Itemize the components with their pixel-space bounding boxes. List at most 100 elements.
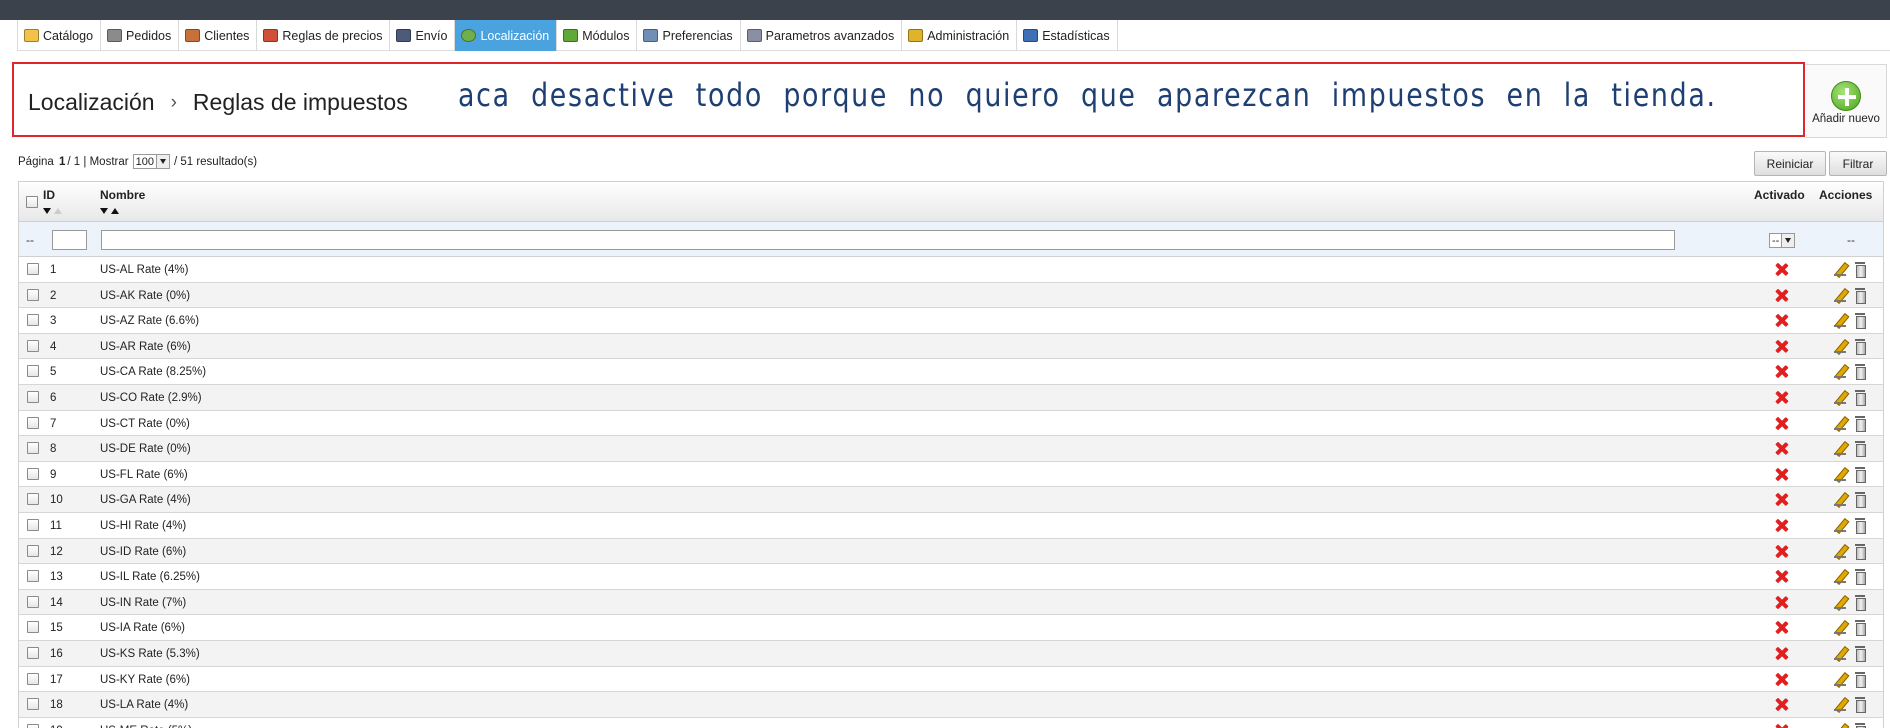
delete-icon[interactable] bbox=[1855, 389, 1866, 406]
table-row[interactable]: 17 US-KY Rate (6%) bbox=[19, 666, 1883, 693]
edit-icon[interactable] bbox=[1834, 596, 1847, 609]
edit-icon[interactable] bbox=[1834, 391, 1847, 404]
delete-icon[interactable] bbox=[1855, 492, 1866, 509]
id-filter-input[interactable] bbox=[52, 230, 87, 250]
filter-button[interactable]: Filtrar bbox=[1829, 151, 1887, 176]
edit-icon[interactable] bbox=[1834, 519, 1847, 532]
table-row[interactable]: 2 US-AK Rate (0%) bbox=[19, 282, 1883, 309]
sort-asc-icon[interactable] bbox=[111, 208, 119, 214]
disabled-status-icon[interactable] bbox=[1775, 545, 1788, 558]
row-checkbox[interactable] bbox=[27, 263, 39, 275]
breadcrumb-parent[interactable]: Localización bbox=[28, 89, 155, 116]
disabled-status-icon[interactable] bbox=[1775, 698, 1788, 711]
edit-icon[interactable] bbox=[1834, 365, 1847, 379]
row-checkbox[interactable] bbox=[27, 365, 39, 378]
row-checkbox[interactable] bbox=[27, 493, 39, 506]
table-row[interactable]: 6 US-CO Rate (2.9%) bbox=[19, 384, 1883, 411]
delete-icon[interactable] bbox=[1855, 287, 1866, 304]
edit-icon[interactable] bbox=[1834, 417, 1847, 430]
table-row[interactable]: 19US-ME Rate (5%) bbox=[19, 717, 1883, 728]
delete-icon[interactable] bbox=[1855, 620, 1866, 637]
row-checkbox[interactable] bbox=[27, 442, 39, 455]
delete-icon[interactable] bbox=[1855, 671, 1866, 688]
row-checkbox[interactable] bbox=[27, 723, 39, 728]
disabled-status-icon[interactable] bbox=[1775, 289, 1788, 302]
row-checkbox[interactable] bbox=[27, 621, 39, 634]
edit-icon[interactable] bbox=[1834, 340, 1847, 353]
edit-icon[interactable] bbox=[1834, 442, 1847, 456]
edit-icon[interactable] bbox=[1834, 314, 1847, 328]
disabled-status-icon[interactable] bbox=[1775, 570, 1788, 583]
tab-2[interactable]: Pedidos bbox=[101, 20, 180, 51]
delete-icon[interactable] bbox=[1855, 466, 1866, 483]
table-row[interactable]: 1 US-AL Rate (4%) bbox=[19, 257, 1883, 283]
table-row[interactable]: 7 US-CT Rate (0%) bbox=[19, 410, 1883, 437]
row-checkbox[interactable] bbox=[27, 390, 39, 403]
delete-icon[interactable] bbox=[1855, 594, 1866, 611]
row-checkbox[interactable] bbox=[27, 416, 39, 429]
edit-icon[interactable] bbox=[1834, 647, 1847, 660]
table-row[interactable]: 11 US-HI Rate (4%) bbox=[19, 512, 1883, 539]
tab-3[interactable]: Clientes bbox=[179, 20, 258, 51]
delete-icon[interactable] bbox=[1855, 517, 1866, 534]
tab-8[interactable]: Preferencias bbox=[637, 20, 741, 51]
edit-icon[interactable] bbox=[1834, 724, 1847, 728]
tab-7[interactable]: Módulos bbox=[557, 20, 638, 51]
row-checkbox[interactable] bbox=[27, 339, 39, 352]
select-all-checkbox[interactable] bbox=[26, 196, 38, 208]
table-row[interactable]: 4 US-AR Rate (6%) bbox=[19, 333, 1883, 360]
row-checkbox[interactable] bbox=[27, 314, 39, 327]
table-row[interactable]: 18 US-LA Rate (4%) bbox=[19, 692, 1883, 718]
delete-icon[interactable] bbox=[1855, 338, 1866, 355]
delete-icon[interactable] bbox=[1855, 262, 1866, 278]
edit-icon[interactable] bbox=[1834, 263, 1847, 276]
disabled-status-icon[interactable] bbox=[1775, 647, 1788, 660]
disabled-status-icon[interactable] bbox=[1775, 263, 1788, 276]
disabled-status-icon[interactable] bbox=[1775, 493, 1788, 506]
row-checkbox[interactable] bbox=[27, 467, 39, 480]
tab-6[interactable]: Localización bbox=[455, 20, 558, 51]
table-row[interactable]: 5 US-CA Rate (8.25%) bbox=[19, 359, 1883, 385]
disabled-status-icon[interactable] bbox=[1775, 596, 1788, 609]
tab-9[interactable]: Parametros avanzados bbox=[741, 20, 903, 51]
reset-button[interactable]: Reiniciar bbox=[1754, 151, 1826, 176]
disabled-status-icon[interactable] bbox=[1775, 417, 1788, 430]
add-new-button[interactable]: Añadir nuevo bbox=[1806, 64, 1887, 138]
row-checkbox[interactable] bbox=[27, 672, 39, 685]
delete-icon[interactable] bbox=[1855, 313, 1866, 330]
table-row[interactable]: 9 US-FL Rate (6%) bbox=[19, 461, 1883, 488]
disabled-status-icon[interactable] bbox=[1775, 468, 1788, 481]
table-row[interactable]: 13 US-IL Rate (6.25%) bbox=[19, 564, 1883, 590]
name-filter-input[interactable] bbox=[101, 230, 1675, 250]
disabled-status-icon[interactable] bbox=[1775, 442, 1788, 455]
delete-icon[interactable] bbox=[1855, 569, 1866, 586]
disabled-status-icon[interactable] bbox=[1775, 365, 1788, 378]
row-checkbox[interactable] bbox=[27, 646, 39, 659]
edit-icon[interactable] bbox=[1834, 570, 1847, 584]
table-row[interactable]: 10 US-GA Rate (4%) bbox=[19, 487, 1883, 513]
delete-icon[interactable] bbox=[1855, 697, 1866, 714]
row-checkbox[interactable] bbox=[27, 518, 39, 531]
edit-icon[interactable] bbox=[1834, 493, 1847, 507]
sort-desc-icon[interactable] bbox=[43, 208, 51, 214]
edit-icon[interactable] bbox=[1834, 289, 1847, 302]
edit-icon[interactable] bbox=[1834, 621, 1847, 635]
row-checkbox[interactable] bbox=[27, 698, 39, 711]
tab-1[interactable]: Catálogo bbox=[17, 20, 102, 51]
delete-icon[interactable] bbox=[1855, 645, 1866, 662]
edit-icon[interactable] bbox=[1834, 673, 1847, 686]
disabled-status-icon[interactable] bbox=[1775, 314, 1788, 327]
disabled-status-icon[interactable] bbox=[1775, 673, 1788, 686]
table-row[interactable]: 8 US-DE Rate (0%) bbox=[19, 436, 1883, 462]
edit-icon[interactable] bbox=[1834, 468, 1847, 481]
row-checkbox[interactable] bbox=[27, 288, 39, 301]
edit-icon[interactable] bbox=[1834, 545, 1847, 558]
tab-5[interactable]: Envío bbox=[390, 20, 456, 51]
disabled-status-icon[interactable] bbox=[1775, 391, 1788, 404]
edit-icon[interactable] bbox=[1834, 698, 1847, 712]
tab-11[interactable]: Estadísticas bbox=[1017, 20, 1118, 51]
tab-4[interactable]: Reglas de precios bbox=[257, 20, 391, 51]
row-checkbox[interactable] bbox=[27, 570, 39, 583]
enabled-filter-select[interactable]: -- bbox=[1769, 233, 1796, 248]
delete-icon[interactable] bbox=[1855, 441, 1866, 458]
